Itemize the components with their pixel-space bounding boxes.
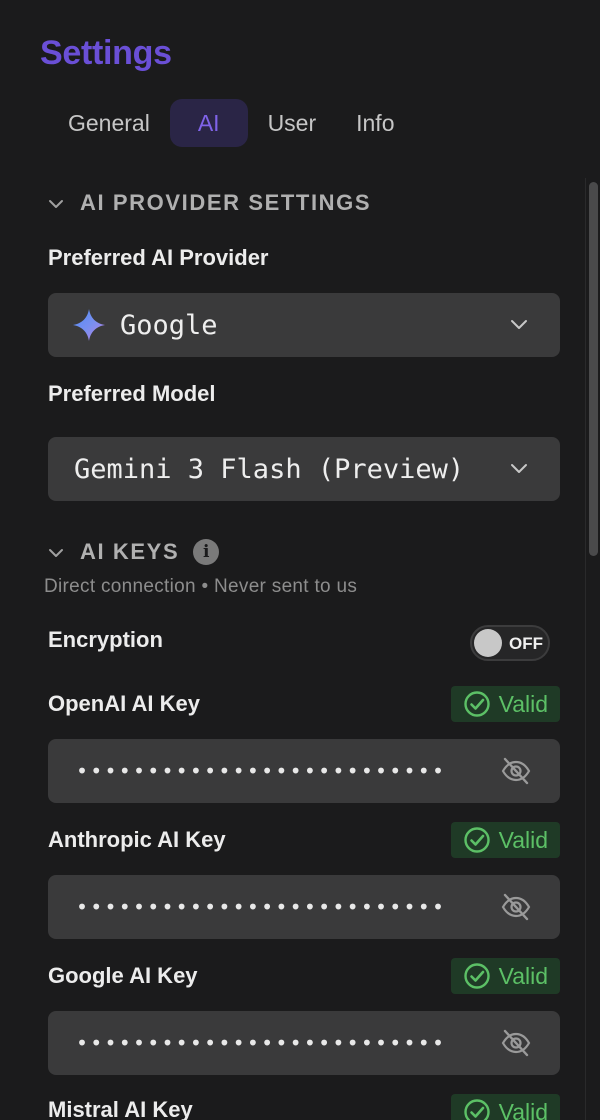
check-circle-icon [463, 691, 490, 717]
eye-off-icon[interactable] [500, 1027, 532, 1059]
provider-label: Preferred AI Provider [48, 245, 269, 270]
status-badge: Valid [450, 822, 560, 858]
tab-info[interactable]: Info [336, 99, 414, 147]
mistral-key-label: Mistral AI Key [48, 1097, 193, 1120]
status-text: Valid [498, 962, 548, 989]
openai-key-input[interactable]: •••••••••••••••••••••••••• [48, 739, 560, 803]
openai-key-label: OpenAI AI Key [48, 691, 200, 716]
google-key-label: Google AI Key [48, 963, 198, 988]
status-badge: Valid [450, 958, 560, 994]
section-title: AI KEYS [80, 539, 180, 564]
google-gemini-sparkle-icon [73, 309, 105, 341]
model-value: Gemini 3 Flash (Preview) [74, 453, 465, 485]
tab-general[interactable]: General [48, 99, 170, 147]
scrollbar[interactable] [585, 178, 600, 1120]
tab-bar: General AI User Info [48, 99, 415, 147]
provider-value: Google [120, 309, 218, 341]
eye-off-icon[interactable] [500, 755, 532, 787]
masked-key: •••••••••••••••••••••••••• [76, 1031, 447, 1055]
keys-subtitle: Direct connection • Never sent to us [44, 576, 358, 597]
check-circle-icon [463, 963, 490, 989]
chevron-down-icon[interactable] [48, 545, 63, 559]
section-title: AI PROVIDER SETTINGS [80, 190, 372, 215]
status-text: Valid [498, 1098, 548, 1120]
provider-select[interactable]: Google [48, 293, 560, 357]
anthropic-key-input[interactable]: •••••••••••••••••••••••••• [48, 875, 560, 939]
google-key-input[interactable]: •••••••••••••••••••••••••• [48, 1011, 560, 1075]
chevron-down-icon[interactable] [48, 196, 63, 210]
tab-ai[interactable]: AI [169, 99, 248, 147]
check-circle-icon [463, 1099, 490, 1120]
check-circle-icon [463, 827, 490, 853]
anthropic-key-label: Anthropic AI Key [48, 827, 226, 852]
toggle-state: OFF [509, 634, 543, 653]
status-text: Valid [498, 826, 548, 853]
provider-section-header[interactable]: AI PROVIDER SETTINGS [48, 190, 371, 216]
status-badge: Valid [450, 686, 560, 722]
model-label: Preferred Model [48, 381, 216, 406]
page-title: Settings [40, 34, 172, 72]
status-text: Valid [498, 690, 548, 717]
tab-user[interactable]: User [248, 99, 337, 147]
info-icon[interactable]: i [193, 539, 220, 565]
chevron-down-icon [511, 320, 527, 329]
settings-panel: Settings General AI User Info AI PROVIDE… [0, 0, 600, 1120]
chevron-down-icon [511, 464, 527, 473]
keys-section-header[interactable]: AI KEYS i [48, 539, 220, 565]
toggle-knob [474, 629, 502, 657]
encryption-toggle[interactable]: OFF [470, 625, 550, 661]
scrollbar-thumb[interactable] [589, 182, 598, 556]
masked-key: •••••••••••••••••••••••••• [76, 895, 447, 919]
model-select[interactable]: Gemini 3 Flash (Preview) [48, 437, 560, 501]
eye-off-icon[interactable] [500, 891, 532, 923]
encryption-label: Encryption [48, 627, 163, 652]
masked-key: •••••••••••••••••••••••••• [76, 759, 447, 783]
status-badge: Valid [450, 1094, 560, 1120]
